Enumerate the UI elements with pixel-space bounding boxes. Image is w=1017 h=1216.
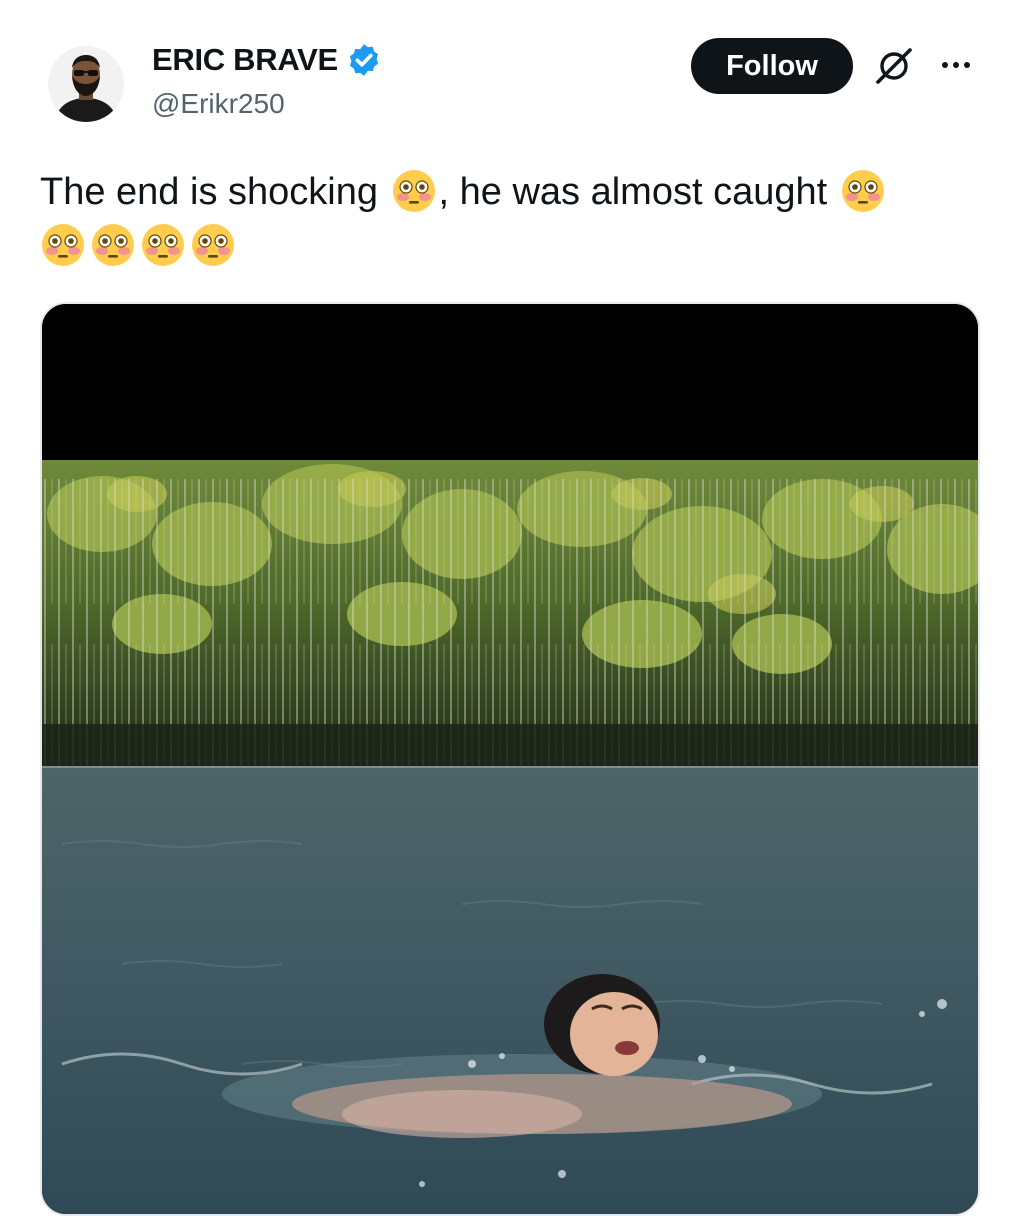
video-frame [42, 304, 978, 1214]
emoji-row [40, 220, 970, 272]
tweet-text-part2: , he was almost caught [438, 171, 838, 213]
verified-badge-icon [349, 44, 379, 76]
avatar[interactable] [48, 46, 124, 122]
tweet-media[interactable] [40, 302, 980, 1216]
tweet-text-part1: The end is shocking [40, 171, 389, 213]
flushed-face-icon [41, 223, 85, 267]
flushed-face-icon [841, 169, 885, 213]
tweet-text: The end is shocking , he was almost caug… [40, 166, 970, 272]
flushed-face-icon [191, 223, 235, 267]
tweet-header: ERIC BRAVE @Erikr250 Follow [0, 0, 1017, 140]
flushed-face-icon [91, 223, 135, 267]
flushed-face-icon [391, 169, 436, 213]
grok-icon[interactable] [872, 44, 916, 88]
user-handle[interactable]: @Erikr250 [152, 88, 285, 120]
avatar-image [48, 46, 124, 122]
more-options-icon[interactable] [934, 50, 978, 80]
flushed-face-icon [141, 223, 185, 267]
display-name-row: ERIC BRAVE [152, 42, 382, 78]
display-name[interactable]: ERIC BRAVE [152, 42, 338, 78]
follow-button[interactable]: Follow [691, 38, 853, 94]
